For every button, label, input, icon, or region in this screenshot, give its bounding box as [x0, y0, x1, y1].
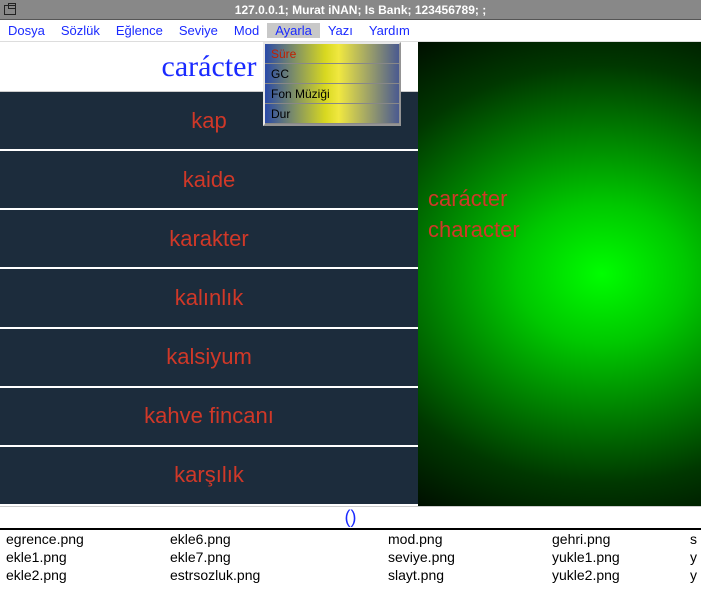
- file-item[interactable]: ekle7.png: [170, 548, 260, 566]
- translation-text: carácter character: [428, 184, 520, 246]
- word-item[interactable]: kalsiyum: [0, 329, 418, 388]
- menu-ayarla[interactable]: Ayarla: [267, 23, 320, 38]
- drop-fon-muzigi[interactable]: Fon Müziği: [265, 84, 399, 104]
- file-item[interactable]: yukle1.png: [552, 548, 620, 566]
- menubar: Dosya Sözlük Eğlence Seviye Mod Ayarla Y…: [0, 20, 701, 42]
- file-item[interactable]: ekle2.png: [6, 566, 84, 584]
- file-item[interactable]: ekle1.png: [6, 548, 84, 566]
- file-item[interactable]: slayt.png: [388, 566, 455, 584]
- menu-yardim[interactable]: Yardım: [361, 23, 418, 38]
- word-item[interactable]: kalınlık: [0, 269, 418, 328]
- file-item[interactable]: y: [690, 548, 697, 566]
- file-col: mod.png seviye.png slayt.png: [388, 530, 455, 584]
- right-background: [418, 42, 701, 506]
- title-text: 127.0.0.1; Murat iNAN; Is Bank; 12345678…: [20, 3, 701, 17]
- menu-eglence[interactable]: Eğlence: [108, 23, 171, 38]
- file-col: egrence.png ekle1.png ekle2.png: [6, 530, 84, 584]
- file-item[interactable]: y: [690, 566, 697, 584]
- word-item[interactable]: kahve fincanı: [0, 388, 418, 447]
- file-item[interactable]: egrence.png: [6, 530, 84, 548]
- file-col: ekle6.png ekle7.png estrsozluk.png: [170, 530, 260, 584]
- menu-yazi[interactable]: Yazı: [320, 23, 361, 38]
- file-item[interactable]: gehri.png: [552, 530, 620, 548]
- word-item[interactable]: karakter: [0, 210, 418, 269]
- file-col: s y y: [690, 530, 697, 584]
- file-item[interactable]: estrsozluk.png: [170, 566, 260, 584]
- titlebar: 127.0.0.1; Murat iNAN; Is Bank; 12345678…: [0, 0, 701, 20]
- file-list-area: egrence.png ekle1.png ekle2.png ekle6.pn…: [0, 530, 701, 595]
- drop-dur[interactable]: Dur: [265, 104, 399, 124]
- restore-icon[interactable]: [4, 3, 20, 17]
- file-col: gehri.png yukle1.png yukle2.png: [552, 530, 620, 584]
- file-item[interactable]: mod.png: [388, 530, 455, 548]
- footer-counter: (): [345, 507, 357, 528]
- menu-sozluk[interactable]: Sözlük: [53, 23, 108, 38]
- ayarla-dropdown: Süre GC Fon Müziği Dur: [263, 42, 401, 126]
- footer-bar: (): [0, 506, 701, 530]
- right-panel: carácter character: [418, 42, 701, 506]
- file-item[interactable]: ekle6.png: [170, 530, 260, 548]
- file-item[interactable]: s: [690, 530, 697, 548]
- word-item[interactable]: kaide: [0, 151, 418, 210]
- menu-mod[interactable]: Mod: [226, 23, 267, 38]
- translation-target: character: [428, 215, 520, 246]
- drop-sure[interactable]: Süre: [265, 44, 399, 64]
- menu-seviye[interactable]: Seviye: [171, 23, 226, 38]
- drop-gc[interactable]: GC: [265, 64, 399, 84]
- menu-dosya[interactable]: Dosya: [0, 23, 53, 38]
- word-item[interactable]: karşılık: [0, 447, 418, 506]
- file-item[interactable]: seviye.png: [388, 548, 455, 566]
- translation-source: carácter: [428, 184, 520, 215]
- file-item[interactable]: yukle2.png: [552, 566, 620, 584]
